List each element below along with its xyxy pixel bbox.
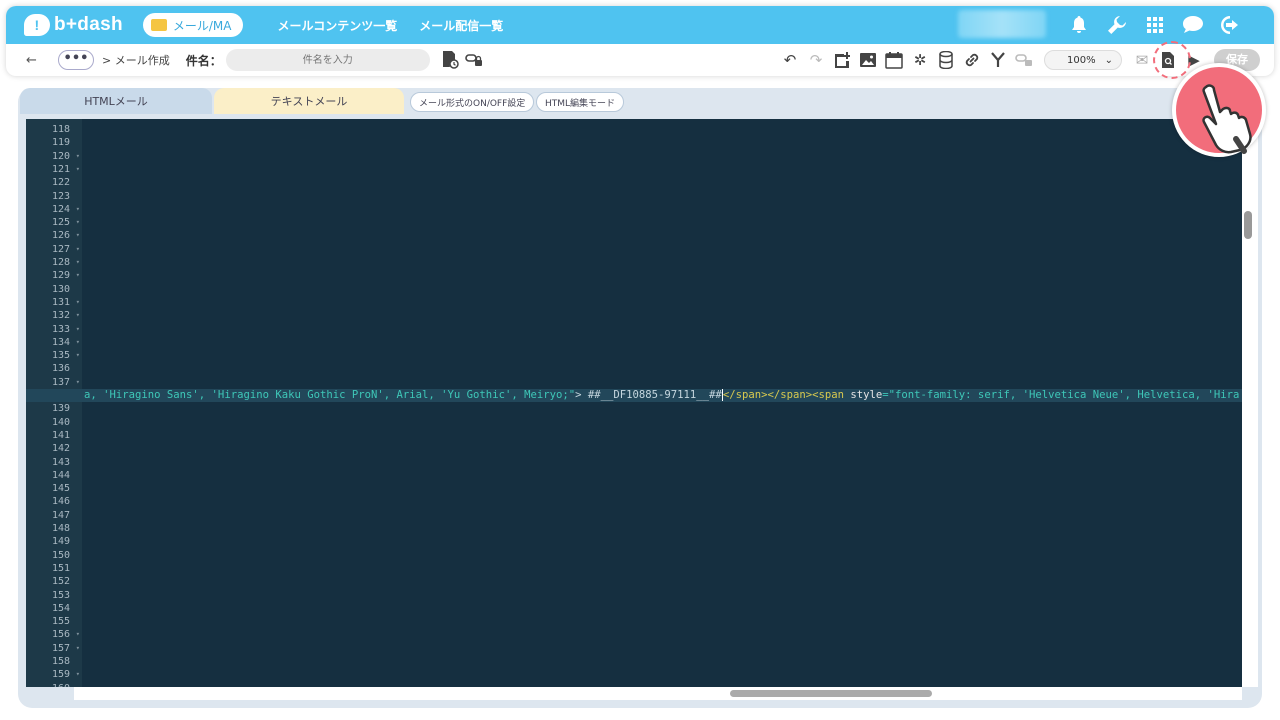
line-number: 143: [51, 456, 70, 468]
horizontal-scroll-thumb[interactable]: [730, 690, 932, 697]
line-number: 118: [51, 124, 70, 135]
topbar-icons: [1060, 6, 1250, 44]
horizontal-scrollbar[interactable]: [74, 687, 1242, 700]
back-button[interactable]: ←: [26, 53, 40, 68]
line-number: 152: [51, 576, 70, 588]
line-number: 140: [51, 416, 70, 428]
breadcrumb: > メール作成: [102, 54, 170, 67]
link-lock-icon[interactable]: [462, 48, 486, 72]
chevron-down-icon: ⌄: [1104, 54, 1113, 66]
line-number: 150: [51, 549, 70, 561]
line-number: 123: [51, 190, 70, 202]
line-number: 154: [51, 602, 70, 614]
zoom-select[interactable]: 100% ⌄: [1044, 50, 1122, 70]
vertical-scrollbar[interactable]: [1242, 119, 1258, 687]
line-number: 141: [51, 429, 70, 441]
code-token-attr: style: [850, 389, 883, 401]
mail-test-icon[interactable]: ✉: [1130, 48, 1154, 72]
add-block-icon[interactable]: [830, 48, 854, 72]
editor-toolbar: ← ••• > メール作成 件名： ↶ ↷ ✲: [6, 44, 1274, 76]
line-number: 136: [51, 363, 70, 375]
grid-icon[interactable]: [1136, 6, 1174, 44]
line-number: 139: [51, 403, 70, 415]
line-number: 156: [26, 628, 82, 642]
vertical-scroll-thumb[interactable]: [1244, 211, 1252, 239]
module-pill-label: メール/MA: [172, 18, 232, 33]
nav-mail-delivery[interactable]: メール配信一覧: [419, 17, 503, 34]
line-number: 157: [26, 642, 82, 656]
image-icon[interactable]: [856, 48, 880, 72]
more-button[interactable]: •••: [58, 50, 94, 70]
line-number: 131: [26, 296, 82, 310]
subject-label: 件名：: [185, 53, 222, 68]
code-line-138[interactable]: a, 'Hiragino Sans', 'Hiragino Kaku Gothi…: [84, 389, 1239, 402]
folder-icon: [150, 19, 167, 31]
schedule-doc-icon[interactable]: [438, 48, 462, 72]
code-editor[interactable]: 1181191201211221231241251261271281291301…: [26, 119, 1242, 687]
line-number: 151: [51, 562, 70, 574]
logo-bubble-icon: !: [24, 14, 50, 36]
logo-text: b+dash: [54, 14, 123, 35]
code-token-text: > ##__DF10885-97111__##: [575, 389, 722, 401]
link-lock-disabled-icon[interactable]: [1012, 48, 1036, 72]
settings-gears-icon[interactable]: ✲: [908, 48, 932, 72]
undo-icon[interactable]: ↶: [778, 48, 802, 72]
line-number: 158: [51, 656, 70, 667]
line-number: 127: [26, 243, 82, 257]
app-logo[interactable]: ! b+dash: [24, 14, 123, 36]
calendar-icon[interactable]: [882, 48, 906, 72]
tab-html-mail[interactable]: HTMLメール: [20, 88, 212, 114]
code-token-string: a, 'Hiragino Sans', 'Hiragino Kaku Gothi…: [84, 389, 576, 401]
bell-icon[interactable]: [1060, 6, 1098, 44]
line-number: 132: [26, 309, 82, 323]
line-number: 128: [26, 256, 82, 270]
line-number: 119: [51, 137, 70, 149]
module-pill[interactable]: メール/MA: [142, 13, 244, 37]
html-edit-mode-button[interactable]: HTML編集モード: [536, 92, 625, 112]
line-number: 144: [51, 469, 70, 481]
tab-text-mail[interactable]: テキストメール: [214, 88, 404, 114]
line-number: 146: [51, 496, 70, 508]
logout-icon[interactable]: [1212, 6, 1250, 44]
line-number-gutter: 1181191201211221231241251261271281291301…: [26, 119, 82, 687]
line-number: 149: [51, 536, 70, 548]
mail-format-toggle-button[interactable]: メール形式のON/OFF設定: [410, 92, 535, 112]
line-number: 134: [26, 336, 82, 350]
line-number: 129: [26, 269, 82, 283]
user-info-blurred: [958, 10, 1046, 38]
zoom-value: 100%: [1067, 54, 1096, 66]
line-number: 121: [26, 163, 82, 177]
line-number: 133: [26, 323, 82, 337]
nav-mail-contents[interactable]: メールコンテンツ一覧: [277, 17, 397, 34]
pointing-hand-icon: [1172, 63, 1266, 157]
line-number: 155: [51, 616, 70, 628]
chat-icon[interactable]: [1174, 6, 1212, 44]
code-token-attr-value: ="font-family: serif, 'Helvetica Neue', …: [882, 389, 1240, 401]
line-number: 135: [26, 349, 82, 363]
code-token-tag: </span></span><span: [722, 389, 851, 401]
line-number: 148: [51, 523, 70, 534]
line-number: 137: [26, 376, 82, 390]
branch-icon[interactable]: [986, 48, 1010, 72]
line-number: 124: [26, 203, 82, 217]
line-number: 147: [51, 509, 70, 521]
database-icon[interactable]: [934, 48, 958, 72]
link-icon[interactable]: [960, 48, 984, 72]
subject-input[interactable]: [225, 49, 430, 71]
redo-icon[interactable]: ↷: [804, 48, 828, 72]
line-number: 159: [26, 668, 82, 682]
line-number: 130: [51, 283, 70, 295]
line-number: 153: [51, 589, 70, 601]
line-number: 122: [51, 177, 70, 189]
wrench-icon[interactable]: [1098, 6, 1136, 44]
line-number: 125: [26, 216, 82, 230]
line-number: 120: [26, 150, 82, 164]
line-number: 145: [51, 483, 70, 495]
line-number: 142: [51, 443, 70, 455]
line-number: 126: [26, 229, 82, 243]
